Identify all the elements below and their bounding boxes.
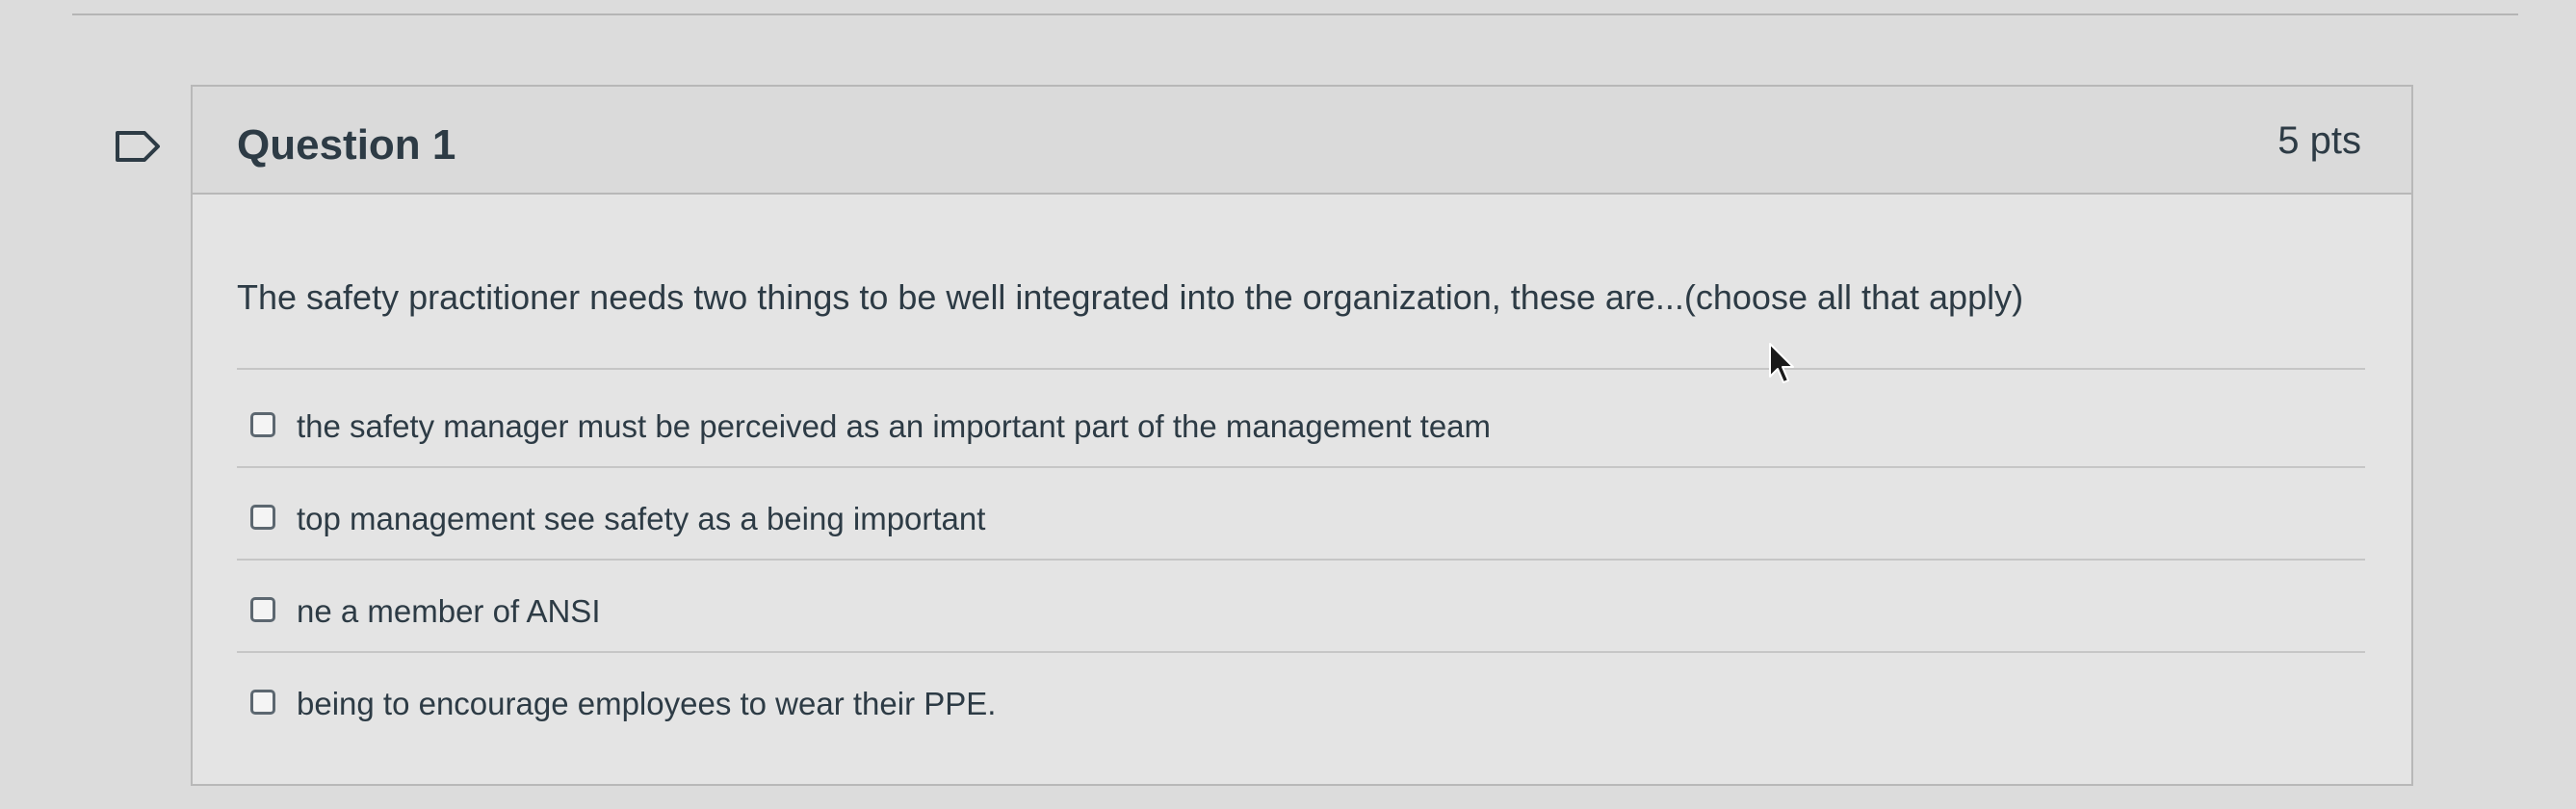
answer-checkbox[interactable] [250,690,275,715]
answer-checkbox[interactable] [250,597,275,622]
answer-label[interactable]: ne a member of ANSI [297,593,600,630]
answer-option[interactable]: being to encourage employees to wear the… [237,653,2365,745]
flag-question-icon[interactable] [114,129,162,164]
answer-checkbox[interactable] [250,412,275,437]
answer-list: the safety manager must be perceived as … [237,376,2365,745]
question-title: Question 1 [237,121,456,169]
answer-option[interactable]: ne a member of ANSI [237,561,2365,653]
answer-label[interactable]: the safety manager must be perceived as … [297,408,1491,445]
answer-checkbox[interactable] [250,505,275,530]
question-header: Question 1 5 pts [193,87,2411,195]
page-divider [72,13,2518,15]
question-points: 5 pts [2277,119,2361,162]
answer-label[interactable]: being to encourage employees to wear the… [297,686,996,722]
question-card: Question 1 5 pts The safety practitioner… [191,85,2413,786]
answer-label[interactable]: top management see safety as a being imp… [297,501,985,537]
answer-option[interactable]: the safety manager must be perceived as … [237,376,2365,468]
prompt-divider [237,368,2365,370]
mouse-pointer-icon [1768,342,1797,386]
question-prompt: The safety practitioner needs two things… [237,277,2024,317]
answer-option[interactable]: top management see safety as a being imp… [237,468,2365,561]
